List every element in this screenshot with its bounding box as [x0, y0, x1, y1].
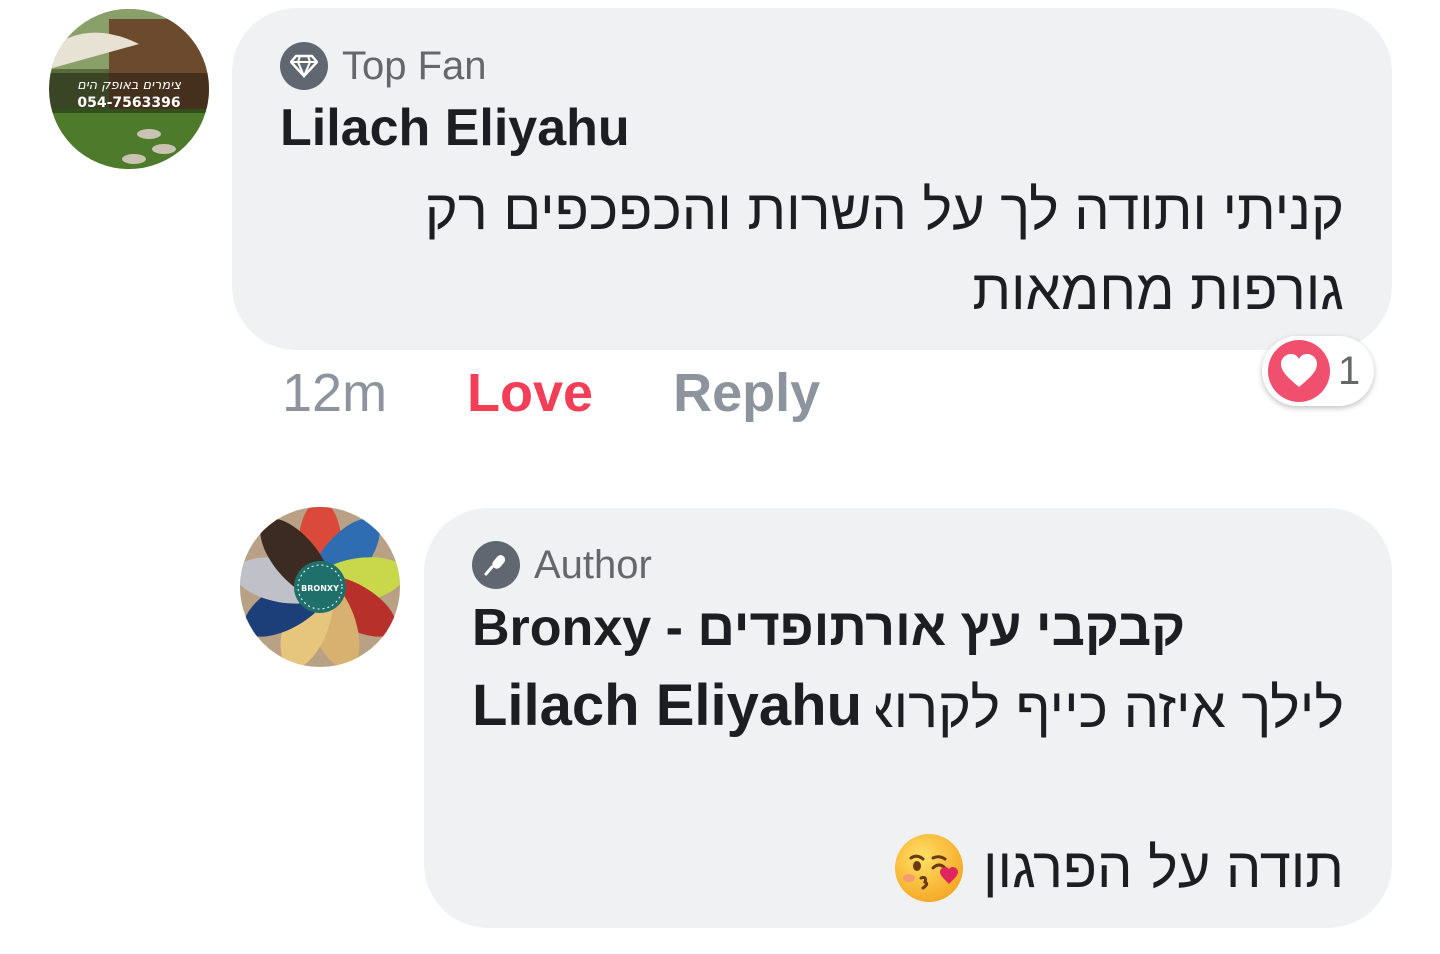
svg-text:BRONXY: BRONXY [301, 584, 339, 593]
author-avatar[interactable]: BRONXY [240, 507, 400, 667]
comment-timestamp: 12m [282, 363, 388, 423]
svg-text:צימרים באופק הים: צימרים באופק הים [77, 78, 181, 93]
love-reaction-button[interactable]: Love [467, 362, 593, 424]
reply-mention[interactable]: Lilach Eliyahu [472, 672, 876, 739]
badge-label: Top Fan [342, 43, 487, 88]
reply-text-line2: תודה על הפרגון [472, 828, 1344, 908]
author-badge: Author [472, 541, 652, 589]
commenter-avatar[interactable]: צימרים באופק הים 054-7563396 [49, 9, 209, 169]
reply-thanks: תודה על הפרגון [982, 836, 1344, 899]
reply-text-body: לילך איזה כייף לקרוא! [843, 676, 1344, 739]
comment-actions: 12m Love Reply [282, 362, 820, 424]
comment-author-name[interactable]: Lilach Eliyahu [280, 98, 630, 158]
top-fan-badge: Top Fan [280, 42, 487, 90]
badge-label: Author [534, 542, 652, 587]
heart-icon [1268, 340, 1330, 402]
reply-author-label: Bronxy - קבקבי עץ אורתופדים [472, 599, 1186, 657]
comment-text: קניתי ותודה לך על השרות והכפכפים רק גורפ… [424, 178, 1344, 321]
reply-text-part1: לילך איזה כייף לקרוא! [842, 676, 1344, 739]
microphone-icon [472, 541, 520, 589]
reaction-summary[interactable]: 1 [1262, 336, 1375, 406]
svg-text:054-7563396: 054-7563396 [77, 95, 180, 111]
reaction-count: 1 [1338, 348, 1361, 393]
kissing-face-emoji [893, 832, 965, 904]
reply-author-name[interactable]: Bronxy - קבקבי עץ אורתופדים [472, 598, 1185, 658]
diamond-icon [280, 42, 328, 90]
reply-button[interactable]: Reply [673, 362, 820, 424]
